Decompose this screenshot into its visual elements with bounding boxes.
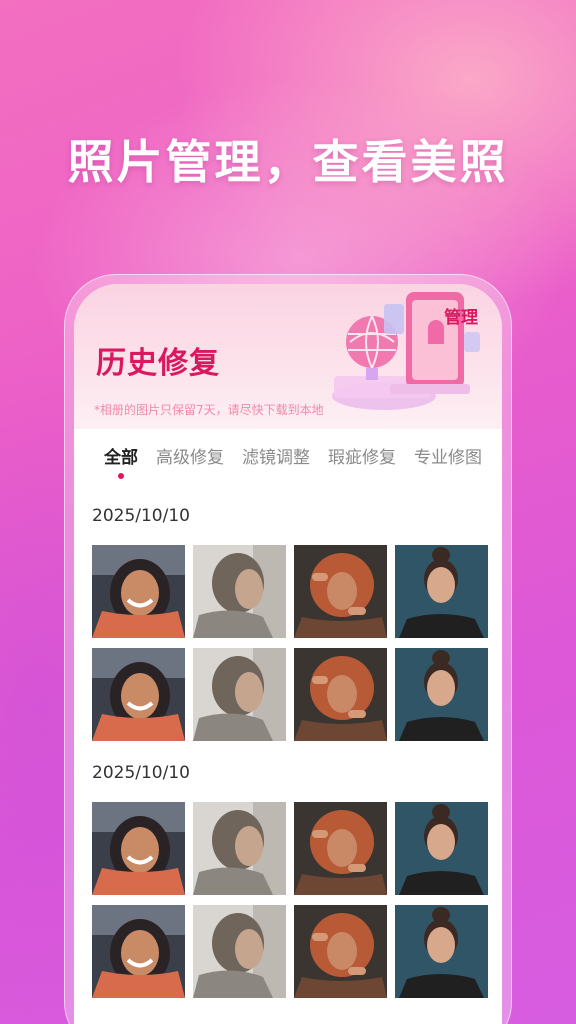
section-date: 2025/10/10 <box>92 763 190 783</box>
tab-blemish-repair[interactable]: 瑕疵修复 <box>328 429 396 468</box>
tab-label: 滤镜调整 <box>242 448 310 468</box>
curly-hair-woman-hands-photo[interactable] <box>294 802 387 895</box>
tab-label: 高级修复 <box>156 448 224 468</box>
laughing-woman-hijab-photo[interactable] <box>92 545 185 638</box>
laughing-woman-hijab-photo[interactable] <box>92 905 185 998</box>
woman-portrait-teal-photo[interactable] <box>395 905 488 998</box>
woman-portrait-teal-photo[interactable] <box>395 545 488 638</box>
promo-headline: 照片管理，查看美照 <box>67 135 509 189</box>
curly-hair-woman-hands-photo[interactable] <box>294 905 387 998</box>
woman-portrait-teal-photo[interactable] <box>395 648 488 741</box>
screen-header: 管理 历史修复 *相册的图片只保留7天，请尽快下载到本地 <box>74 284 502 429</box>
laughing-woman-hijab-photo[interactable] <box>92 648 185 741</box>
woman-profile-photo[interactable] <box>193 545 286 638</box>
tab-advanced-repair[interactable]: 高级修复 <box>156 429 224 468</box>
tab-all[interactable]: 全部 <box>104 429 138 479</box>
section-date: 2025/10/10 <box>92 506 190 526</box>
tab-label: 专业修图 <box>414 448 482 468</box>
app-screen: 管理 历史修复 *相册的图片只保留7天，请尽快下载到本地 全部 高级修复 滤镜调… <box>74 284 502 1024</box>
woman-profile-photo[interactable] <box>193 648 286 741</box>
filter-tabs: 全部 高级修复 滤镜调整 瑕疵修复 专业修图 <box>74 429 502 481</box>
manage-button[interactable]: 管理 <box>444 303 478 328</box>
curly-hair-woman-hands-photo[interactable] <box>294 545 387 638</box>
tab-filter-adjust[interactable]: 滤镜调整 <box>242 429 310 468</box>
woman-profile-photo[interactable] <box>193 802 286 895</box>
retention-notice: *相册的图片只保留7天，请尽快下载到本地 <box>94 403 324 417</box>
page-title: 历史修复 <box>96 346 220 381</box>
tab-label: 全部 <box>104 448 138 468</box>
laughing-woman-hijab-photo[interactable] <box>92 802 185 895</box>
tab-label: 瑕疵修复 <box>328 448 396 468</box>
woman-portrait-teal-photo[interactable] <box>395 802 488 895</box>
woman-profile-photo[interactable] <box>193 905 286 998</box>
tab-pro-retouch[interactable]: 专业修图 <box>414 429 482 468</box>
curly-hair-woman-hands-photo[interactable] <box>294 648 387 741</box>
active-tab-indicator <box>118 473 124 479</box>
